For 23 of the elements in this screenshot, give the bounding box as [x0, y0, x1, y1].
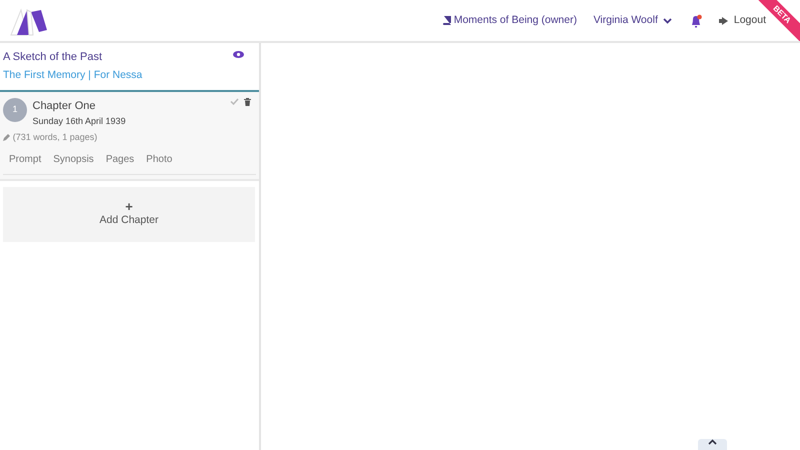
logout-link[interactable]: Logout — [719, 12, 766, 28]
book-link[interactable]: Moments of Being (owner) — [442, 12, 577, 28]
word-count: (731 words, 1 pages) — [12, 130, 98, 144]
chapter-title[interactable]: Chapter One — [32, 98, 224, 114]
chapter-number: 1 — [3, 98, 27, 122]
chapter-tab[interactable]: Synopsis — [47, 150, 100, 169]
user-menu[interactable]: Virginia Woolf — [593, 12, 672, 28]
logout-icon — [719, 16, 728, 24]
chapter-date: Sunday 16th April 1939 — [32, 114, 127, 128]
check-icon[interactable] — [230, 98, 238, 105]
scroll-up-tab[interactable] — [698, 439, 727, 450]
story-title: A Sketch of the Past — [3, 50, 104, 65]
plus-icon: + — [125, 200, 133, 214]
eye-icon[interactable] — [233, 51, 244, 58]
book-icon — [442, 16, 452, 25]
chapter-tab[interactable]: Prompt — [3, 150, 48, 169]
add-chapter-button[interactable]: + Add Chapter — [3, 187, 255, 242]
caret-icon — [708, 439, 717, 445]
chapter-tab[interactable]: Pages — [100, 150, 140, 169]
caret-icon — [663, 18, 672, 24]
trash-icon[interactable] — [244, 98, 251, 106]
chapter-tab[interactable]: Photo — [140, 150, 178, 169]
pencil-icon — [3, 134, 10, 141]
